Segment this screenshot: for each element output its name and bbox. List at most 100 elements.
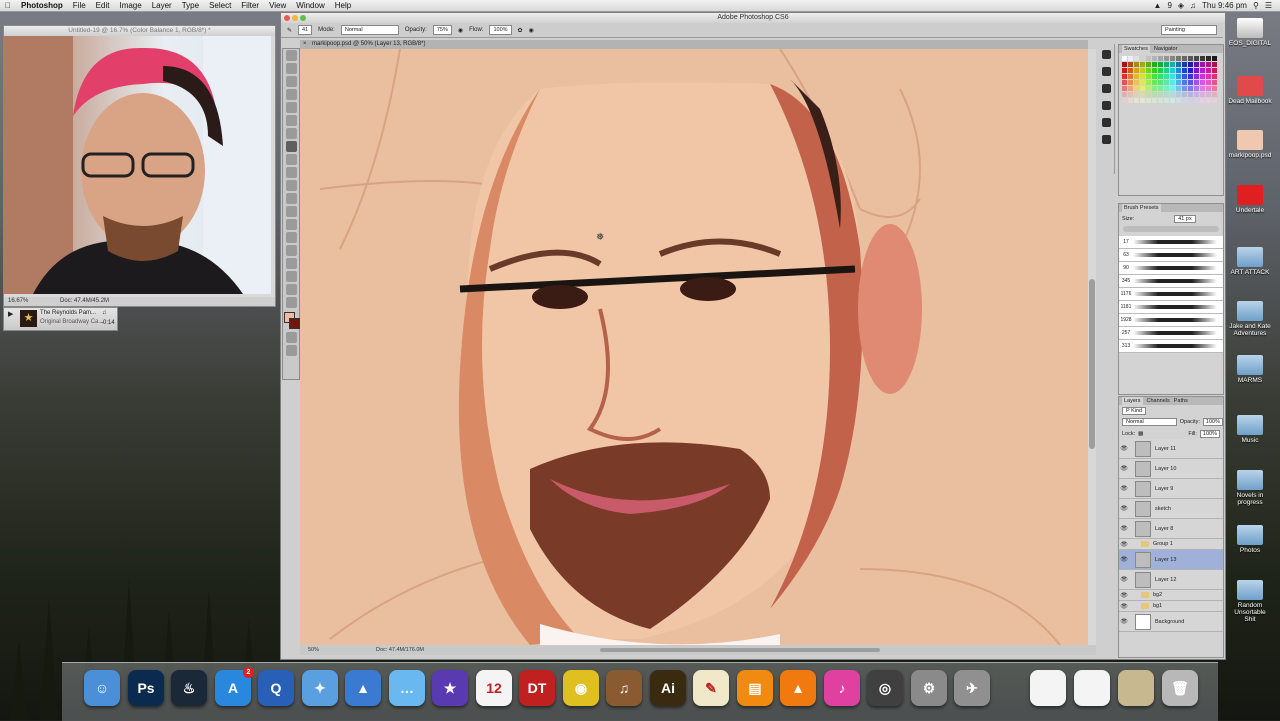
color-swatch[interactable] (1134, 68, 1139, 73)
illustrator-dock-icon[interactable]: Ai (650, 670, 686, 706)
color-swatch[interactable] (1164, 68, 1169, 73)
brush-preset-row[interactable]: 313 (1119, 340, 1223, 353)
visibility-eye-icon[interactable]: 👁 (1119, 525, 1129, 532)
desktop-icon[interactable]: Novels in progress (1228, 470, 1272, 506)
vlc-dock-icon[interactable]: ▲ (780, 670, 816, 706)
color-swatch[interactable] (1140, 80, 1145, 85)
pen-tool-icon[interactable] (285, 232, 297, 243)
color-swatch[interactable] (1122, 68, 1127, 73)
color-swatch[interactable] (1158, 86, 1163, 91)
color-swatch[interactable] (1128, 80, 1133, 85)
pressure-opacity-icon[interactable]: ◉ (458, 27, 463, 34)
layer-opacity-input[interactable]: 100% (1202, 418, 1223, 426)
visibility-eye-icon[interactable]: 👁 (1119, 505, 1129, 512)
lasso-tool-icon[interactable] (285, 76, 297, 87)
color-swatch[interactable] (1200, 98, 1205, 103)
clone-source-panel-icon[interactable] (1101, 118, 1111, 127)
visibility-eye-icon[interactable]: 👁 (1119, 445, 1129, 452)
color-swatch[interactable] (1182, 98, 1187, 103)
color-swatch[interactable] (1194, 74, 1199, 79)
system-preferences-dock-icon[interactable]: ⚙ (911, 670, 947, 706)
color-swatch[interactable] (1170, 68, 1175, 73)
color-swatch[interactable] (1170, 62, 1175, 67)
color-swatch[interactable] (1176, 68, 1181, 73)
color-swatch[interactable] (1188, 68, 1193, 73)
color-swatch[interactable] (1146, 74, 1151, 79)
actions-panel-icon[interactable] (1101, 67, 1111, 76)
airbrush-icon[interactable]: ✿ (518, 27, 523, 34)
history-brush-tool-icon[interactable] (285, 167, 297, 178)
color-swatch[interactable] (1212, 80, 1217, 85)
hand-tool-icon[interactable] (285, 284, 297, 295)
color-swatch[interactable] (1176, 74, 1181, 79)
workspace-select[interactable]: Painting (1161, 25, 1217, 35)
dodge-tool-icon[interactable] (285, 219, 297, 230)
volume-icon[interactable]: ♫ (102, 310, 107, 316)
color-swatch[interactable] (1122, 80, 1127, 85)
fill-input[interactable]: 100% (1199, 429, 1220, 438)
quicktime-dock-icon[interactable]: Q (258, 670, 294, 706)
reference-window-title[interactable]: Untitled-19 @ 16.7% (Color Balance 1, RG… (4, 26, 275, 36)
color-swatch[interactable] (1200, 56, 1205, 61)
zoom-level[interactable]: 50% (308, 645, 319, 655)
color-swatch[interactable] (1164, 56, 1169, 61)
clock[interactable]: Thu 9:46 pm (1202, 1, 1247, 10)
safari-dock-icon[interactable]: ✦ (302, 670, 338, 706)
color-swatch[interactable] (1170, 74, 1175, 79)
color-swatch[interactable] (1182, 74, 1187, 79)
color-swatch[interactable] (1152, 74, 1157, 79)
canvas-vertical-scrollbar[interactable] (1088, 49, 1096, 645)
color-swatch[interactable] (1212, 74, 1217, 79)
color-swatch[interactable] (1146, 62, 1151, 67)
brush-preset-row[interactable]: 17 (1119, 236, 1223, 249)
color-swatch[interactable] (1134, 80, 1139, 85)
brush-size-slider[interactable] (1123, 226, 1219, 232)
menu-help[interactable]: Help (330, 1, 356, 10)
color-swatch[interactable] (1200, 86, 1205, 91)
color-swatches[interactable] (284, 312, 300, 329)
color-swatch[interactable] (1164, 74, 1169, 79)
spotlight-icon[interactable]: ⚲ (1253, 1, 1259, 10)
menu-edit[interactable]: Edit (91, 1, 115, 10)
color-swatch[interactable] (1182, 80, 1187, 85)
color-swatch[interactable] (1176, 86, 1181, 91)
color-swatch[interactable] (1170, 86, 1175, 91)
color-swatch[interactable] (1176, 62, 1181, 67)
layer-group-row[interactable]: 👁 bg2 (1119, 590, 1223, 601)
swatch-grid[interactable] (1119, 53, 1223, 106)
layer-row[interactable]: 👁 Layer 13 (1119, 550, 1223, 570)
quick-select-tool-icon[interactable] (285, 89, 297, 100)
blend-mode-select[interactable]: Normal (1122, 418, 1177, 426)
color-swatch[interactable] (1128, 98, 1133, 103)
tab-swatches[interactable]: Swatches (1122, 45, 1150, 53)
color-swatch[interactable] (1158, 92, 1163, 97)
desktop-icon[interactable]: Dead Mailbook (1228, 76, 1272, 105)
layer-row[interactable]: 👁 Layer 9 (1119, 479, 1223, 499)
color-swatch[interactable] (1146, 98, 1151, 103)
color-swatch[interactable] (1140, 74, 1145, 79)
layer-row[interactable]: 👁 Layer 10 (1119, 459, 1223, 479)
marquee-tool-icon[interactable] (285, 63, 297, 74)
color-swatch[interactable] (1200, 68, 1205, 73)
path-select-tool-icon[interactable] (285, 258, 297, 269)
layer-group-row[interactable]: 👁 bg1 (1119, 601, 1223, 612)
lock-icon[interactable]: ▩ (1138, 431, 1143, 437)
color-swatch[interactable] (1158, 98, 1163, 103)
color-swatch[interactable] (1140, 92, 1145, 97)
tool-presets-panel-icon[interactable] (1101, 135, 1111, 144)
color-swatch[interactable] (1194, 92, 1199, 97)
zoom-tool-icon[interactable] (285, 297, 297, 308)
color-swatch[interactable] (1212, 92, 1217, 97)
visibility-eye-icon[interactable]: 👁 (1119, 556, 1129, 563)
color-swatch[interactable] (1146, 92, 1151, 97)
itunes-dock-icon[interactable]: ♪ (824, 670, 860, 706)
menu-window[interactable]: Window (291, 1, 329, 10)
notification-center-icon[interactable]: ☰ (1265, 1, 1272, 10)
adobe-status-icon[interactable]: ▲ (1154, 1, 1162, 10)
color-swatch[interactable] (1152, 92, 1157, 97)
textedit-dock-icon[interactable]: ✎ (693, 670, 729, 706)
color-swatch[interactable] (1134, 98, 1139, 103)
color-swatch[interactable] (1140, 98, 1145, 103)
photo-booth-dock-icon[interactable]: ◎ (867, 670, 903, 706)
document-2-dock-icon[interactable] (1074, 670, 1110, 706)
